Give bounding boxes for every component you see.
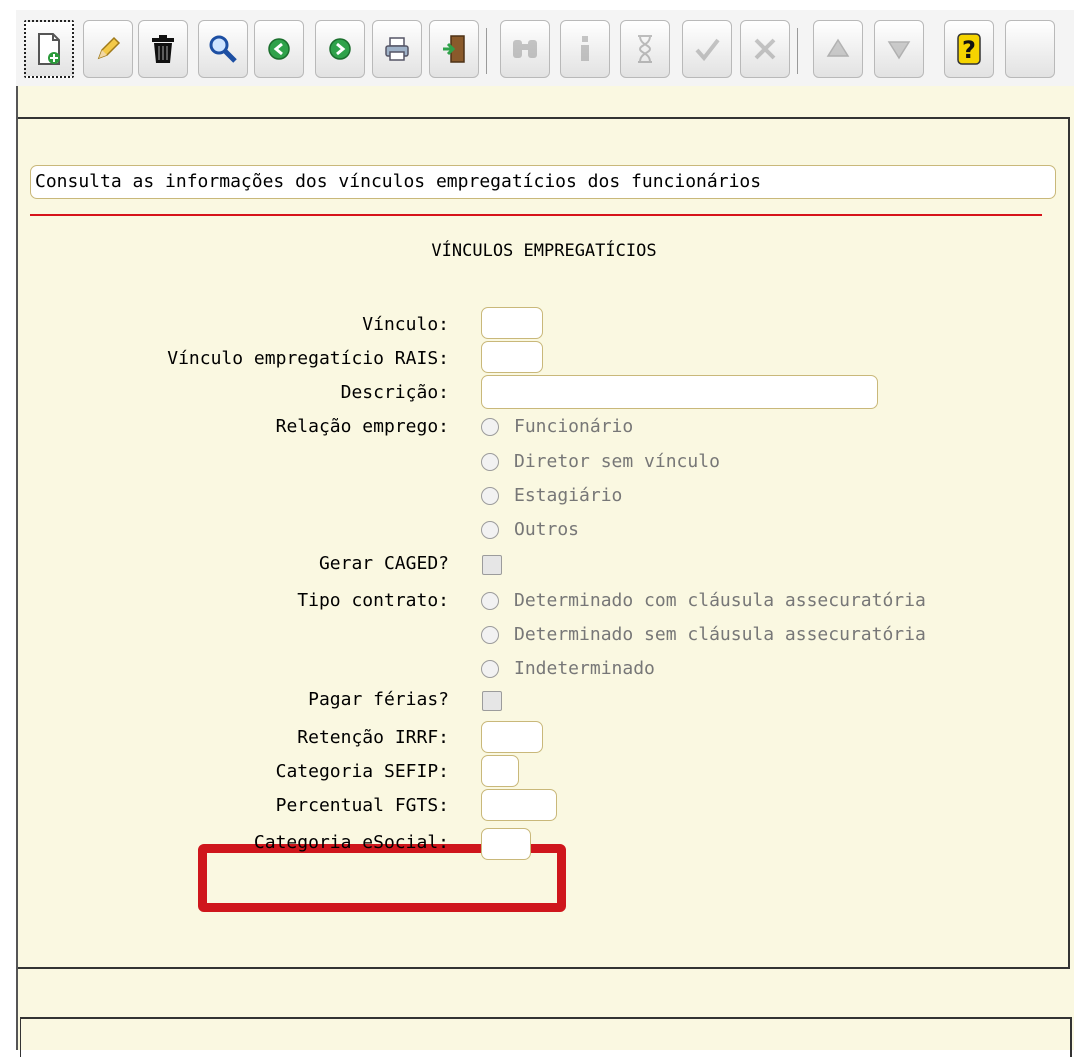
new-document-icon (38, 33, 60, 65)
first-record-button[interactable] (813, 20, 863, 78)
percentual-fgts-input[interactable] (481, 789, 557, 821)
option-outros: Outros (514, 519, 580, 540)
radio-determinado-com-clausula[interactable] (481, 592, 499, 610)
form-panel: Consulta as informações dos vínculos emp… (18, 117, 1070, 969)
info-icon (581, 36, 589, 61)
wait-button[interactable] (620, 20, 670, 78)
descricao-input[interactable] (481, 375, 878, 409)
search-button[interactable] (198, 20, 248, 78)
option-estagiario: Estagiário (514, 485, 623, 506)
binoculars-icon (513, 40, 537, 58)
help-question-icon: ? (957, 33, 981, 65)
app-area: Consulta as informações dos vínculos emp… (16, 86, 1074, 1057)
previous-button[interactable] (254, 20, 304, 78)
print-button[interactable] (372, 20, 422, 78)
vinculo-input[interactable] (481, 307, 543, 339)
trash-icon (152, 35, 174, 63)
retencao-irrf-input[interactable] (481, 721, 543, 753)
label-categoria-esocial: Categoria eSocial: (253, 832, 449, 853)
label-vinculo-rais: Vínculo empregatício RAIS: (167, 348, 449, 369)
print-icon (385, 37, 409, 61)
vinculo-rais-input[interactable] (481, 341, 543, 373)
option-diretor-sem-vinculo: Diretor sem vínculo (514, 451, 720, 472)
find-button[interactable] (500, 20, 550, 78)
page-title: VÍNCULOS EMPREGATÍCIOS (431, 241, 657, 261)
radio-diretor-sem-vinculo[interactable] (481, 453, 499, 471)
last-record-icon (887, 41, 911, 60)
radio-estagiario[interactable] (481, 487, 499, 505)
pagar-ferias-checkbox[interactable] (482, 691, 502, 711)
radio-outros[interactable] (481, 521, 499, 539)
gerar-caged-checkbox[interactable] (482, 555, 502, 575)
radio-indeterminado[interactable] (481, 660, 499, 678)
cancel-tools-icon (754, 38, 776, 60)
exit-button[interactable] (429, 20, 479, 78)
title-divider (30, 214, 1042, 216)
toolbar: ? (16, 10, 1074, 86)
next-button[interactable] (315, 20, 365, 78)
radio-funcionario[interactable] (481, 418, 499, 436)
label-gerar-caged: Gerar CAGED? (318, 553, 449, 574)
categoria-sefip-input[interactable] (481, 755, 519, 787)
label-categoria-sefip: Categoria SEFIP: (275, 761, 449, 782)
edit-pencil-icon (97, 36, 121, 60)
cancel-button[interactable] (740, 20, 790, 78)
toolbar-separator (486, 28, 487, 74)
confirm-check-icon (695, 38, 720, 62)
categoria-esocial-input[interactable] (481, 828, 531, 860)
toolbar-separator (797, 28, 798, 74)
info-button[interactable] (560, 20, 610, 78)
previous-arrow-icon (268, 38, 290, 60)
option-indeterminado: Indeterminado (514, 658, 655, 679)
first-record-icon (826, 38, 850, 57)
svg-text:?: ? (962, 36, 976, 64)
option-funcionario: Funcionário (514, 416, 634, 437)
radio-determinado-sem-clausula[interactable] (481, 626, 499, 644)
exit-door-icon (443, 35, 465, 63)
label-retencao-irrf: Retenção IRRF: (297, 727, 449, 748)
label-descricao: Descrição: (340, 382, 449, 403)
search-magnifier-icon (209, 35, 237, 63)
status-panel (20, 1017, 1072, 1057)
label-tipo-contrato: Tipo contrato: (297, 590, 449, 611)
screen-description: Consulta as informações dos vínculos emp… (30, 165, 1056, 199)
label-relacao-emprego: Relação emprego: (275, 416, 449, 437)
option-determinado-sem-clausula: Determinado sem cláusula assecuratória (514, 624, 926, 645)
hourglass-icon (638, 35, 652, 63)
next-arrow-icon (329, 38, 351, 60)
blank-button (1005, 20, 1055, 78)
option-determinado-com-clausula: Determinado com cláusula assecuratória (514, 590, 926, 611)
delete-button[interactable] (138, 20, 188, 78)
label-pagar-ferias: Pagar férias? (308, 689, 449, 710)
confirm-button[interactable] (682, 20, 732, 78)
label-vinculo: Vínculo: (362, 314, 449, 335)
last-record-button[interactable] (874, 20, 924, 78)
new-record-button[interactable] (24, 20, 74, 78)
label-percentual-fgts: Percentual FGTS: (275, 795, 449, 816)
help-button[interactable]: ? (944, 20, 994, 78)
edit-button[interactable] (83, 20, 133, 78)
